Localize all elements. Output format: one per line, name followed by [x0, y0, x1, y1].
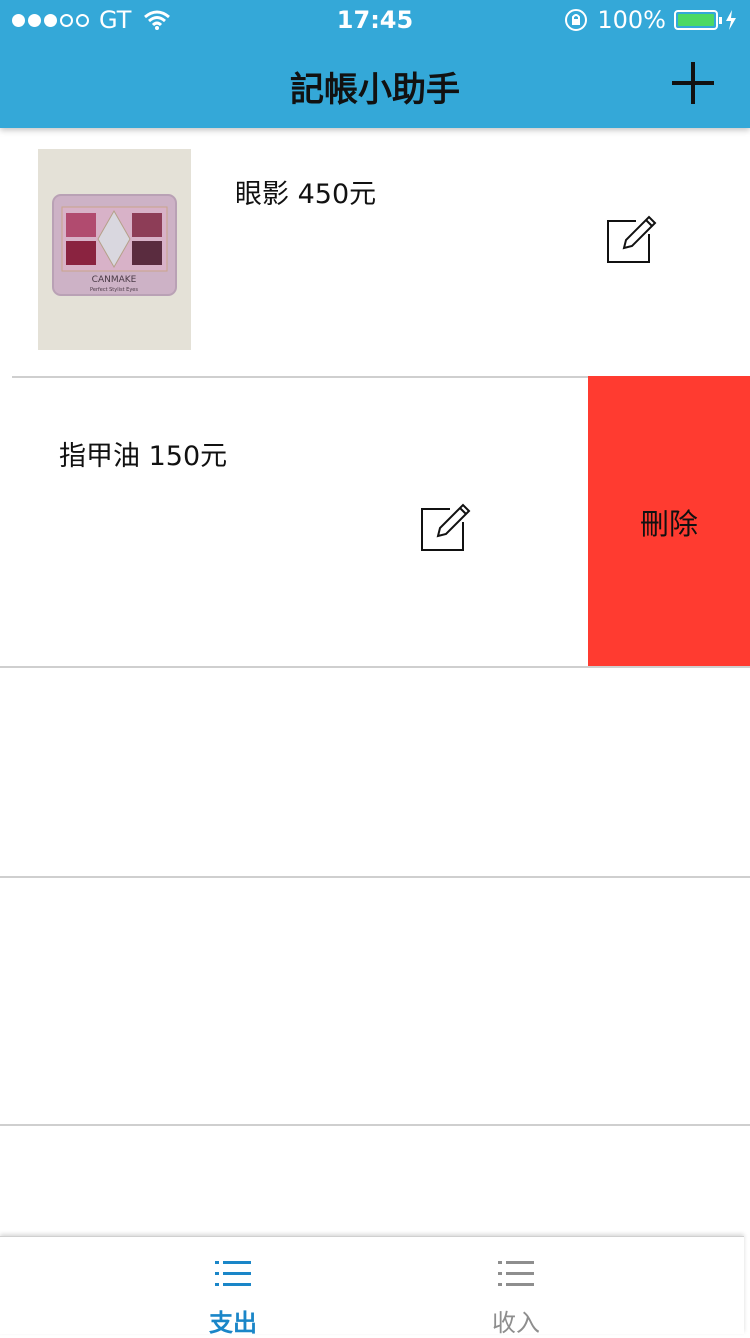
item-label: 眼影 450元: [235, 179, 377, 210]
row-divider: [0, 1124, 750, 1126]
empty-row: [0, 668, 750, 876]
item-label: 指甲油 150元: [59, 441, 228, 472]
nav-bar: 記帳小助手: [0, 40, 750, 128]
edit-button[interactable]: [606, 212, 658, 264]
list-item[interactable]: CANMAKE Perfect Stylist Eyes 眼影 450元: [0, 128, 750, 376]
status-bar: GT 17:45 100%: [0, 0, 750, 40]
tab-bar: 支出 收入: [0, 1236, 744, 1337]
battery-level: [678, 14, 714, 26]
list-icon: [498, 1261, 534, 1286]
edit-icon: [607, 215, 657, 263]
plus-icon: [672, 62, 714, 104]
edit-button[interactable]: [420, 500, 472, 552]
item-photo-thumbnail: CANMAKE Perfect Stylist Eyes: [38, 149, 191, 350]
thumbnail-brand: CANMAKE: [92, 275, 137, 285]
delete-label: 刪除: [639, 507, 698, 541]
eyeshadow-photo: CANMAKE Perfect Stylist Eyes: [38, 149, 191, 350]
tab-income[interactable]: 收入: [416, 1237, 616, 1337]
list-item[interactable]: 指甲油 150元: [0, 378, 588, 666]
orientation-lock-icon: [565, 9, 588, 31]
tab-expense[interactable]: 支出: [133, 1237, 333, 1337]
edit-icon: [421, 503, 471, 551]
thumbnail-subtitle: Perfect Stylist Eyes: [90, 287, 138, 293]
list-icon: [215, 1261, 251, 1286]
tab-label: 收入: [492, 1309, 540, 1337]
status-right: 100%: [563, 6, 738, 34]
charging-bolt-icon: [726, 10, 736, 30]
tab-label: 支出: [209, 1309, 257, 1337]
delete-button[interactable]: 刪除: [588, 376, 750, 668]
battery-cap: [719, 17, 722, 24]
header: GT 17:45 100% 記帳小助手: [0, 0, 750, 128]
empty-row: [0, 878, 750, 1124]
page-title: 記帳小助手: [290, 70, 460, 110]
add-button[interactable]: [670, 60, 716, 106]
battery-percent: 100%: [597, 6, 666, 34]
battery-icon: [674, 10, 722, 30]
